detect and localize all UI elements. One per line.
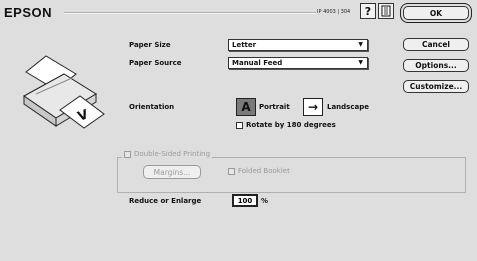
scale-unit: % — [261, 197, 269, 205]
rotate-label: Rotate by 180 degrees — [246, 121, 336, 129]
help-icon: ? — [364, 4, 372, 18]
duplex-title: Double-Sided Printing — [122, 150, 213, 158]
landscape-button[interactable]: → — [303, 98, 323, 116]
rotate-checkbox[interactable] — [236, 122, 243, 129]
landscape-arrow-icon: → — [307, 100, 319, 114]
scale-input[interactable]: 100 — [232, 194, 258, 207]
landscape-label: Landscape — [327, 103, 369, 111]
duplex-title-text: Double-Sided Printing — [134, 150, 211, 158]
paper-size-select[interactable]: Letter ▼ — [228, 39, 368, 51]
options-button[interactable]: Options... — [403, 59, 469, 72]
paper-size-label: Paper Size — [129, 41, 171, 49]
portrait-icon: A — [241, 100, 251, 114]
help-button[interactable]: ? — [360, 3, 376, 19]
orientation-label: Orientation — [129, 103, 175, 111]
chevron-down-icon: ▼ — [358, 59, 363, 66]
chevron-down-icon: ▼ — [358, 41, 363, 48]
paper-source-value: Manual Feed — [232, 59, 283, 67]
margins-button[interactable]: Margins... — [143, 165, 201, 179]
folded-booklet-label: Folded Booklet — [238, 167, 290, 175]
customize-button[interactable]: Customize... — [403, 80, 469, 93]
book-icon — [381, 5, 391, 17]
printer-illustration: V — [23, 55, 105, 129]
portrait-button[interactable]: A — [236, 98, 256, 116]
paper-source-label: Paper Source — [129, 59, 182, 67]
portrait-label: Portrait — [259, 103, 290, 111]
version-label: IP 4003 | 304 — [317, 9, 351, 15]
paper-source-select[interactable]: Manual Feed ▼ — [228, 57, 368, 69]
brand-logo: EPSON — [4, 5, 53, 20]
ok-button[interactable]: OK — [403, 6, 469, 20]
title-divider — [64, 12, 316, 14]
cancel-button[interactable]: Cancel — [403, 38, 469, 51]
scale-label: Reduce or Enlarge — [129, 197, 202, 205]
folded-booklet-checkbox[interactable] — [228, 168, 235, 175]
print-settings-dialog: EPSON IP 4003 | 304 ? OK Cancel Options.… — [0, 0, 477, 261]
duplex-checkbox[interactable] — [124, 151, 131, 158]
info-button[interactable] — [378, 3, 394, 19]
paper-size-value: Letter — [232, 41, 257, 49]
